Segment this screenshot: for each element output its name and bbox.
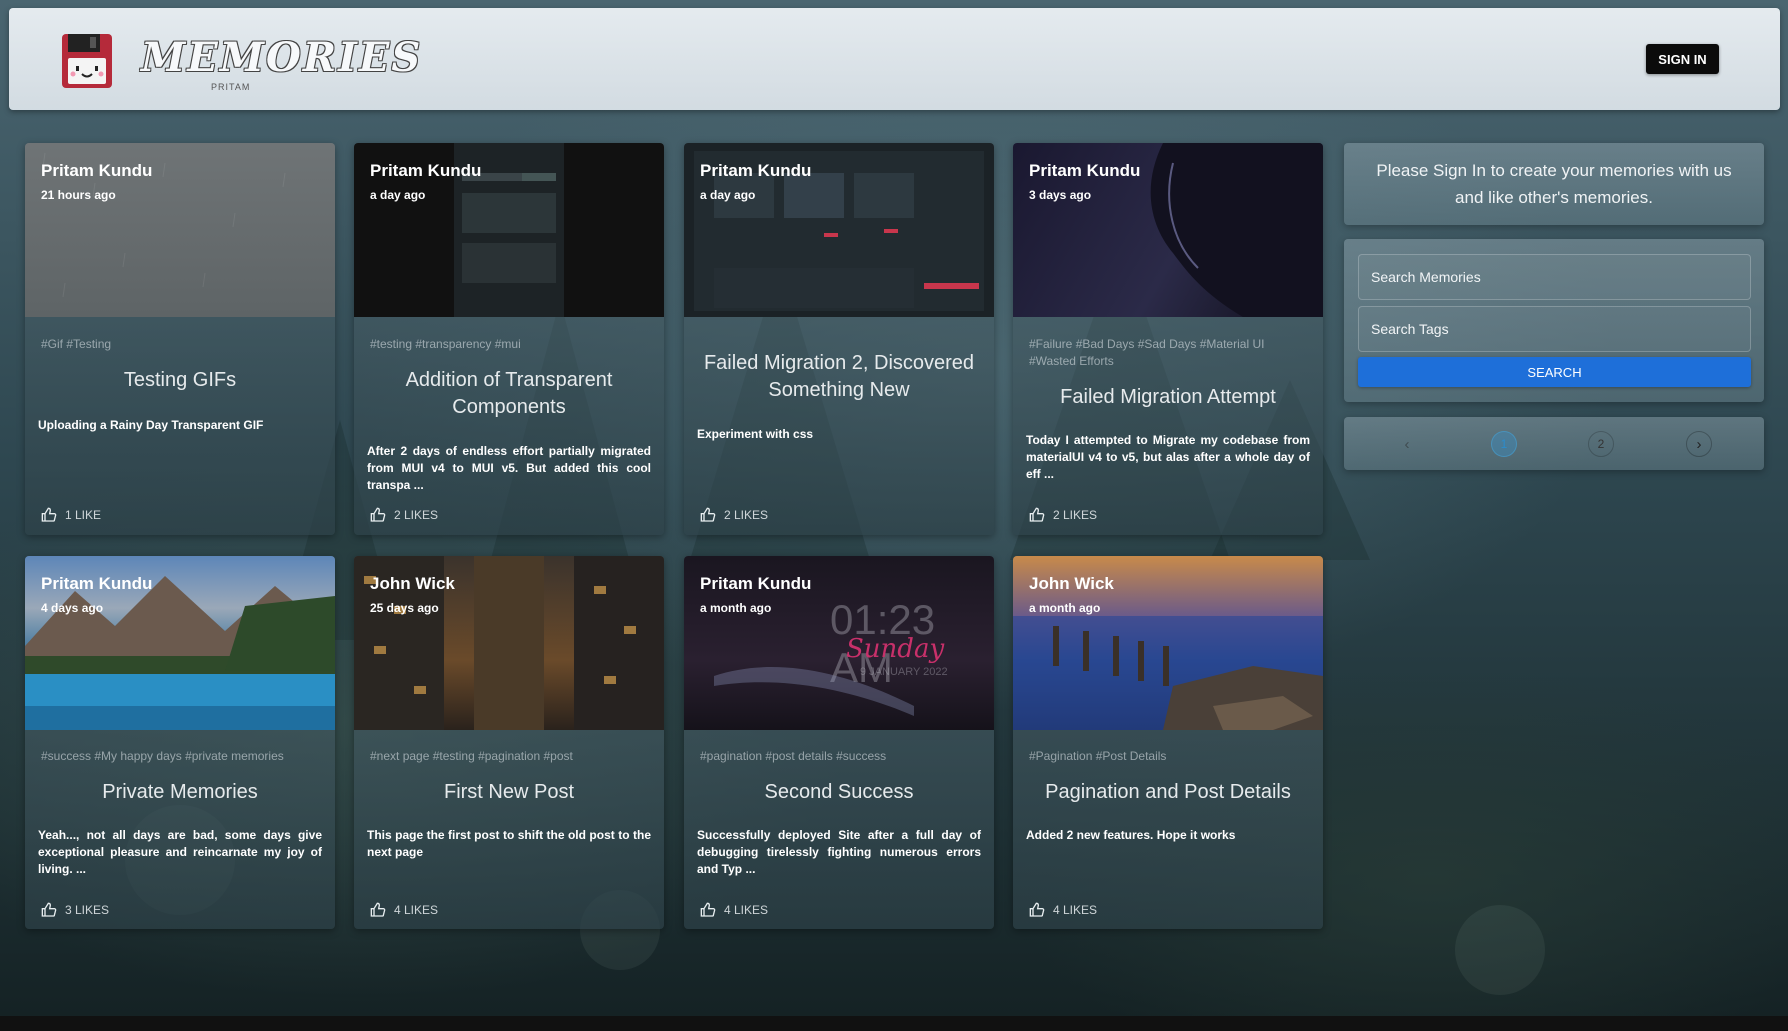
post-card[interactable]: Pritam Kundu 21 hours ago #Gif #Testing … [25, 143, 335, 535]
like-count: 4 LIKES [724, 903, 769, 917]
like-button[interactable]: 4 LIKES [370, 902, 438, 918]
post-message: Uploading a Rainy Day Transparent GIF [38, 418, 264, 432]
like-button[interactable]: 1 LIKE [41, 507, 101, 523]
post-title: Failed Migration Attempt [1060, 386, 1276, 408]
post-author: John Wick [370, 574, 455, 593]
post-title: Failed Migration 2, Discovered Something… [703, 352, 975, 401]
post-title: Private Memories [102, 781, 258, 803]
post-tags: #pagination #post details #success [700, 749, 887, 763]
post-author: Pritam Kundu [370, 161, 482, 180]
post-tags: #success #My happy days #private memorie… [41, 749, 284, 763]
sign-in-notice: Please Sign In to create your memories w… [1344, 143, 1764, 225]
like-count: 1 LIKE [65, 508, 102, 522]
thumb-up-icon [1029, 902, 1045, 917]
search-tags-input[interactable] [1358, 306, 1751, 352]
post-card[interactable]: Pritam Kundu a day ago Failed Migration … [684, 143, 994, 535]
like-button[interactable]: 2 LIKES [1029, 507, 1097, 523]
search-panel: SEARCH [1344, 239, 1764, 402]
post-message: Successfully deployed Site after a full … [697, 828, 981, 876]
bottom-bar [0, 1016, 1788, 1031]
post-title: Second Success [764, 781, 914, 803]
post-time: a month ago [1029, 601, 1101, 615]
post-message: Experiment with css [697, 427, 814, 441]
floppy-logo-icon[interactable] [60, 32, 120, 92]
search-button[interactable]: SEARCH [1358, 357, 1751, 387]
sign-in-button[interactable]: SIGN IN [1646, 44, 1719, 74]
like-button[interactable]: 2 LIKES [700, 507, 768, 523]
post-tags: #Failure #Bad Days #Sad Days #Material U… [1029, 337, 1265, 368]
post-card[interactable]: Pritam Kundu 3 days ago #Failure #Bad Da… [1013, 143, 1323, 535]
thumb-up-icon [370, 507, 386, 522]
post-card[interactable]: John Wick 25 days ago #next page #testin… [354, 556, 664, 929]
like-button[interactable]: 3 LIKES [41, 902, 109, 918]
thumb-up-icon [41, 902, 57, 917]
post-message: This page the first post to shift the ol… [367, 828, 651, 859]
like-count: 2 LIKES [394, 508, 439, 522]
like-count: 4 LIKES [1053, 903, 1098, 917]
like-count: 3 LIKES [65, 903, 110, 917]
post-message: Yeah..., not all days are bad, some days… [38, 828, 322, 876]
post-message: Added 2 new features. Hope it works [1026, 828, 1236, 842]
next-page-button[interactable]: › [1686, 431, 1712, 457]
post-image[interactable]: John Wick 25 days ago [354, 556, 664, 730]
page-button-1[interactable]: 1 [1491, 431, 1517, 457]
post-card[interactable]: Pritam Kundu a day ago #testing #transpa… [354, 143, 664, 535]
like-count: 4 LIKES [394, 903, 439, 917]
page-button-2[interactable]: 2 [1588, 431, 1614, 457]
post-image[interactable]: Pritam Kundu 21 hours ago [25, 143, 335, 317]
post-time: 3 days ago [1029, 188, 1092, 202]
post-image[interactable]: John Wick a month ago [1013, 556, 1323, 730]
post-card[interactable]: Pritam Kundu 4 days ago #success #My hap… [25, 556, 335, 929]
brand[interactable]: MEMORIES PRITAM [133, 32, 420, 92]
post-image[interactable]: Pritam Kundu a day ago [354, 143, 664, 317]
thumb-up-icon [700, 507, 716, 522]
post-time: 25 days ago [370, 601, 439, 615]
post-author: Pritam Kundu [41, 161, 153, 180]
post-message: After 2 days of endless effort partially… [367, 444, 651, 492]
post-card[interactable]: John Wick a month ago #Pagination #Post … [1013, 556, 1323, 929]
thumb-up-icon [1029, 507, 1045, 522]
search-memories-input[interactable] [1358, 254, 1751, 300]
post-author: Pritam Kundu [700, 574, 812, 593]
like-button[interactable]: 2 LIKES [370, 507, 438, 523]
post-time: 4 days ago [41, 601, 104, 615]
post-tags: #testing #transparency #mui [370, 337, 521, 351]
post-time: a day ago [700, 188, 756, 202]
post-title: Testing GIFs [123, 369, 237, 391]
post-image[interactable]: Pritam Kundu 3 days ago [1013, 143, 1323, 317]
brand-subtitle: PRITAM [211, 82, 251, 92]
post-image[interactable]: Pritam Kundu 4 days ago [25, 556, 335, 730]
pagination: ‹ 1 2 › [1344, 417, 1764, 470]
previous-page-button[interactable]: ‹ [1394, 431, 1420, 457]
post-time: a day ago [370, 188, 426, 202]
post-author: Pritam Kundu [700, 161, 812, 180]
thumb-up-icon [41, 507, 57, 522]
like-button[interactable]: 4 LIKES [1029, 902, 1097, 918]
post-image[interactable]: 01:23 AM Sunday 9 JANUARY 2022 Pritam Ku… [684, 556, 994, 730]
like-button[interactable]: 4 LIKES [700, 902, 768, 918]
brand-title: MEMORIES [141, 34, 423, 81]
app-bar: MEMORIES PRITAM SIGN IN [9, 8, 1780, 110]
post-message: Today I attempted to Migrate my codebase… [1026, 433, 1310, 481]
post-title: Addition of Transparent Components [405, 369, 613, 418]
post-title: First New Post [443, 781, 575, 803]
like-count: 2 LIKES [1053, 508, 1098, 522]
post-tags: #Pagination #Post Details [1029, 749, 1167, 763]
post-author: Pritam Kundu [1029, 161, 1141, 180]
post-tags: #next page #testing #pagination #post [370, 749, 573, 763]
post-author: Pritam Kundu [41, 574, 153, 593]
post-author: John Wick [1029, 574, 1114, 593]
post-time: a month ago [700, 601, 772, 615]
post-tags: #Gif #Testing [41, 337, 112, 351]
post-card[interactable]: 01:23 AM Sunday 9 JANUARY 2022 Pritam Ku… [684, 556, 994, 929]
post-time: 21 hours ago [41, 188, 116, 202]
thumb-up-icon [700, 902, 716, 917]
post-title: Pagination and Post Details [1045, 781, 1291, 803]
thumb-up-icon [370, 902, 386, 917]
post-image[interactable]: Pritam Kundu a day ago [684, 143, 994, 317]
like-count: 2 LIKES [724, 508, 769, 522]
